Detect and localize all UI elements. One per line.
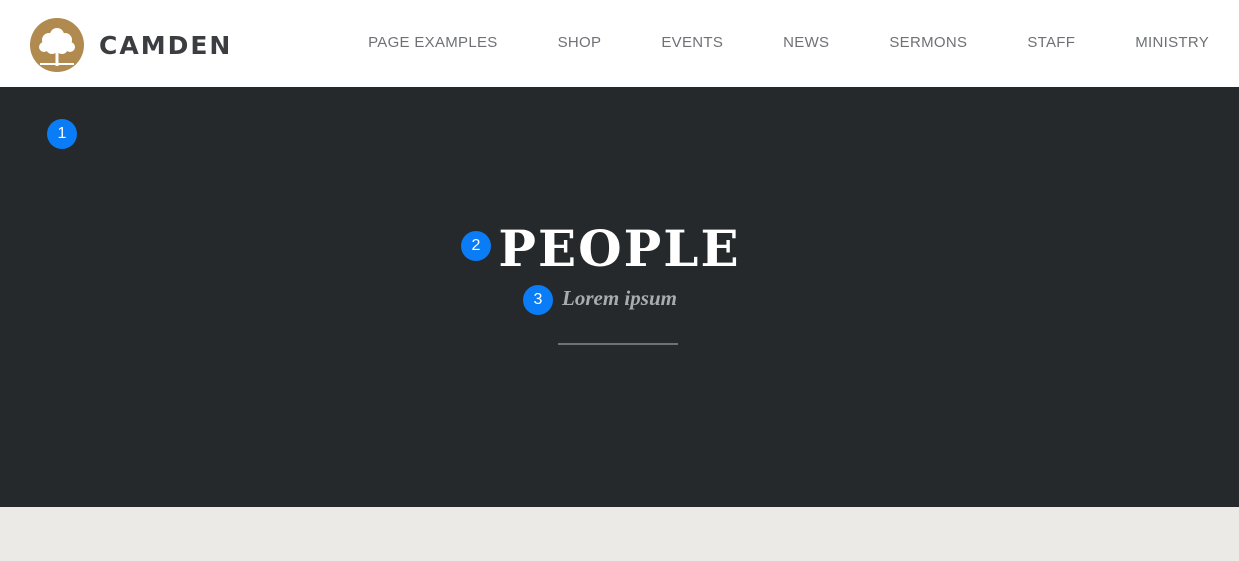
tree-icon [30, 18, 84, 72]
nav-item-ministry[interactable]: MINISTRY [1135, 34, 1209, 51]
nav-item-sermons[interactable]: SERMONS [889, 34, 967, 51]
site-logo[interactable]: CAMDEN [30, 18, 232, 72]
nav-item-shop[interactable]: SHOP [558, 34, 602, 51]
brand-name: CAMDEN [99, 30, 233, 60]
nav-item-news[interactable]: NEWS [783, 34, 829, 51]
page-title: PEOPLE [498, 219, 741, 278]
nav-item-events[interactable]: EVENTS [661, 34, 723, 51]
content-area [0, 507, 1239, 561]
page-hero: PEOPLE Lorem ipsum [0, 87, 1239, 507]
main-navigation: PAGE EXAMPLES SHOP EVENTS NEWS SERMONS S… [368, 0, 1209, 84]
page-subtitle: Lorem ipsum [562, 286, 677, 310]
annotation-marker-1: 1 [47, 119, 77, 149]
annotation-marker-3: 3 [523, 285, 553, 315]
hero-divider [558, 343, 678, 345]
annotation-marker-2: 2 [461, 231, 491, 261]
site-header: CAMDEN PAGE EXAMPLES SHOP EVENTS NEWS SE… [0, 0, 1239, 87]
nav-item-staff[interactable]: STAFF [1027, 34, 1075, 51]
nav-item-page-examples[interactable]: PAGE EXAMPLES [368, 34, 498, 51]
